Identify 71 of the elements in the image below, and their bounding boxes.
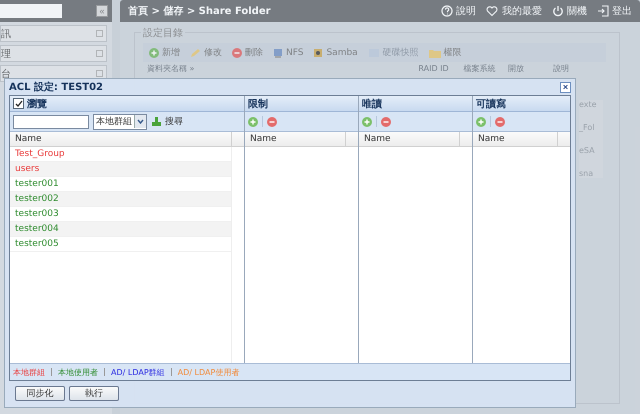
legend-label: AD/ LDAP使用者 xyxy=(178,366,240,378)
pencil-icon xyxy=(190,48,201,58)
member-name: tester002 xyxy=(15,194,59,204)
column-title: 唯讀 xyxy=(362,98,382,110)
dialog-button[interactable]: 同步化 xyxy=(15,386,65,401)
column-header: 說明 xyxy=(553,62,570,74)
help-icon xyxy=(441,5,453,17)
member-name: users xyxy=(15,164,40,174)
add-icon xyxy=(149,48,159,58)
search-field[interactable] xyxy=(0,4,62,18)
share-icon xyxy=(313,48,324,58)
toolbar-button[interactable]: 刪除 xyxy=(230,46,265,59)
column-title: 限制 xyxy=(248,98,268,110)
column-header: Name xyxy=(473,132,558,146)
dialog-button[interactable]: 執行 xyxy=(69,386,119,401)
column-title: 瀏覽 xyxy=(27,98,47,110)
toolbar-button[interactable]: 新增 xyxy=(147,46,182,59)
toolbar-button[interactable]: 權限 xyxy=(426,46,464,59)
breadcrumb: 首頁 > 儲存 > Share Folder xyxy=(128,4,271,18)
toolbar-button[interactable]: 修改 xyxy=(188,46,224,59)
column-title: 可讀寫 xyxy=(476,97,506,110)
sidebar-item[interactable]: 理 xyxy=(0,45,107,62)
column-header: 開放 xyxy=(508,62,526,74)
power-icon xyxy=(552,5,564,17)
remove-icon xyxy=(232,48,242,58)
remove-icon[interactable] xyxy=(381,116,391,126)
exit-icon xyxy=(597,5,609,17)
legend-label: 本地使用者 xyxy=(58,366,98,378)
add-icon[interactable] xyxy=(476,116,486,126)
expand-icon[interactable] xyxy=(96,70,103,77)
column-header: Name xyxy=(359,132,460,146)
checkbox[interactable] xyxy=(13,98,24,109)
column-header: Name xyxy=(10,132,232,146)
list-row[interactable]: tester004 xyxy=(10,222,231,237)
list-row[interactable]: tester002 xyxy=(10,192,231,207)
remove-icon[interactable] xyxy=(267,116,277,126)
member-name: tester005 xyxy=(15,239,59,249)
add-icon[interactable] xyxy=(248,116,258,126)
top-link[interactable]: 關機 xyxy=(552,4,587,18)
search-button[interactable]: 搜尋 xyxy=(151,115,183,128)
top-link[interactable]: 登出 xyxy=(597,4,632,18)
search-field[interactable] xyxy=(13,114,89,128)
panel-title: 設定目錄 xyxy=(141,26,185,40)
expand-icon[interactable] xyxy=(96,50,103,57)
top-link[interactable]: 我的最愛 xyxy=(486,4,542,18)
dialog-title: ACL 設定: TEST02 xyxy=(9,80,104,94)
list-row[interactable]: users xyxy=(10,162,231,177)
column-header: Name xyxy=(245,132,346,146)
add-icon[interactable] xyxy=(362,116,372,126)
heart-icon xyxy=(486,5,499,17)
list-row[interactable]: tester005 xyxy=(10,237,231,252)
member-name: tester001 xyxy=(15,179,59,189)
remove-icon[interactable] xyxy=(495,116,505,126)
column-header: RAID ID xyxy=(418,64,450,72)
legend-label: AD/ LDAP群組 xyxy=(111,366,165,378)
monitor-icon xyxy=(273,48,283,58)
scope-dropdown[interactable]: 本地群組 xyxy=(93,114,147,130)
close-button[interactable]: × xyxy=(560,82,571,92)
member-name: Test_Group xyxy=(15,149,65,159)
toolbar-button[interactable]: NFS xyxy=(271,46,306,59)
column-header: 資料夾名稱 » xyxy=(146,62,196,74)
column-header: 檔案系統 xyxy=(463,62,496,74)
collapse-button[interactable]: « xyxy=(96,5,108,17)
sidebar-item[interactable]: 訊 xyxy=(0,25,107,42)
member-name: tester004 xyxy=(15,224,59,234)
legend-label: 本地群組 xyxy=(13,366,45,378)
top-link[interactable]: 說明 xyxy=(441,4,476,18)
expand-icon[interactable] xyxy=(96,30,103,37)
folder-icon xyxy=(428,48,441,58)
toolbar-button[interactable]: Samba xyxy=(311,46,360,59)
member-name: tester003 xyxy=(15,209,59,219)
